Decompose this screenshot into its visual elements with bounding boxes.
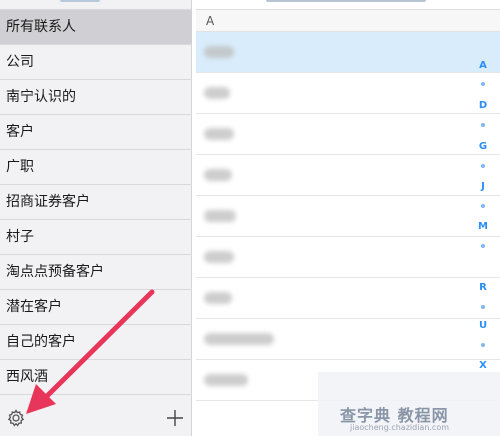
group-item-own-customers[interactable]: 自己的客户	[0, 325, 192, 360]
blurred-contact-name	[204, 128, 234, 140]
group-item-taodiandian[interactable]: 淘点点预备客户	[0, 255, 192, 290]
index-letter[interactable]: J	[474, 181, 492, 192]
index-letter[interactable]: R	[474, 282, 492, 293]
contacts-top-bar	[196, 0, 500, 10]
blurred-contact-name	[204, 169, 232, 181]
group-list: 所有联系人 公司 南宁认识的 客户 广职 招商证券客户 村子 淘点点预备客户 潜…	[0, 10, 192, 395]
group-item-xifengjiu[interactable]: 西风酒	[0, 360, 192, 395]
contact-row[interactable]	[196, 155, 500, 196]
faded-search-field	[266, 0, 426, 2]
blurred-contact-name	[204, 333, 274, 345]
contact-row[interactable]	[196, 114, 500, 155]
sidebar-toolbar	[0, 400, 192, 436]
index-dot	[481, 123, 485, 127]
sidebar-top-bar	[0, 0, 192, 10]
index-dot	[481, 343, 485, 347]
plus-icon[interactable]	[165, 408, 185, 428]
index-letter[interactable]: M	[474, 221, 492, 232]
index-letter[interactable]: G	[474, 141, 492, 152]
group-item-village[interactable]: 村子	[0, 220, 192, 255]
blurred-contact-name	[204, 210, 236, 222]
contact-row[interactable]	[196, 278, 500, 319]
group-item-guangzhi[interactable]: 广职	[0, 150, 192, 185]
gear-icon[interactable]	[6, 408, 26, 428]
blurred-contact-name	[204, 251, 234, 263]
index-dot	[481, 164, 485, 168]
site-watermark: 查字典 教程网 jiaocheng.chazidian.com	[318, 372, 500, 436]
watermark-subtitle: jiaocheng.chazidian.com	[350, 423, 450, 432]
blurred-contact-name	[204, 46, 234, 58]
index-dot	[481, 82, 485, 86]
blurred-contact-name	[204, 292, 232, 304]
index-letter[interactable]: U	[474, 320, 492, 331]
index-dot	[481, 244, 485, 248]
faded-header-title	[60, 0, 100, 2]
groups-sidebar: 所有联系人 公司 南宁认识的 客户 广职 招商证券客户 村子 淘点点预备客户 潜…	[0, 0, 192, 436]
group-item-customers[interactable]: 客户	[0, 115, 192, 150]
index-letter[interactable]: X	[474, 360, 492, 371]
group-item-all-contacts[interactable]: 所有联系人	[0, 10, 192, 45]
contact-list	[196, 32, 500, 401]
blurred-contact-name	[204, 374, 248, 386]
section-header: A	[196, 10, 500, 32]
group-item-company[interactable]: 公司	[0, 45, 192, 80]
index-letter[interactable]: D	[474, 100, 492, 111]
contact-row[interactable]	[196, 73, 500, 114]
index-dot	[481, 204, 485, 208]
contact-row[interactable]	[196, 32, 500, 73]
contact-row[interactable]	[196, 237, 500, 278]
contact-row[interactable]	[196, 319, 500, 360]
index-dot	[481, 305, 485, 309]
group-item-cms-customers[interactable]: 招商证券客户	[0, 185, 192, 220]
contacts-pane: A A D G J M R U X	[196, 0, 500, 436]
blurred-contact-name	[204, 87, 230, 99]
group-item-nanning[interactable]: 南宁认识的	[0, 80, 192, 115]
contact-row[interactable]	[196, 196, 500, 237]
group-item-potential[interactable]: 潜在客户	[0, 290, 192, 325]
index-letter[interactable]: A	[474, 60, 492, 71]
